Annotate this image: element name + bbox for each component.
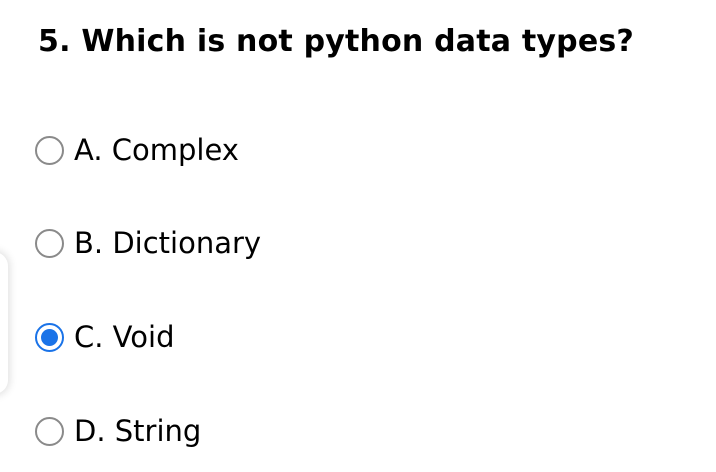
radio-button-a[interactable] [35,135,64,165]
option-d-label: D. String [74,414,202,448]
option-c-label: C. Void [74,320,175,354]
radio-button-b[interactable] [35,228,64,258]
radio-button-c[interactable] [35,322,64,352]
option-b-label: B. Dictionary [74,226,262,260]
question-title: 5. Which is not python data types? [38,24,635,59]
option-b[interactable]: B. Dictionary [35,223,261,263]
option-a-label: A. Complex [74,133,239,167]
side-panel-edge [0,252,8,394]
option-c[interactable]: C. Void [35,317,174,357]
option-a[interactable]: A. Complex [35,130,239,170]
option-d[interactable]: D. String [35,411,201,451]
radio-button-d[interactable] [35,416,64,446]
